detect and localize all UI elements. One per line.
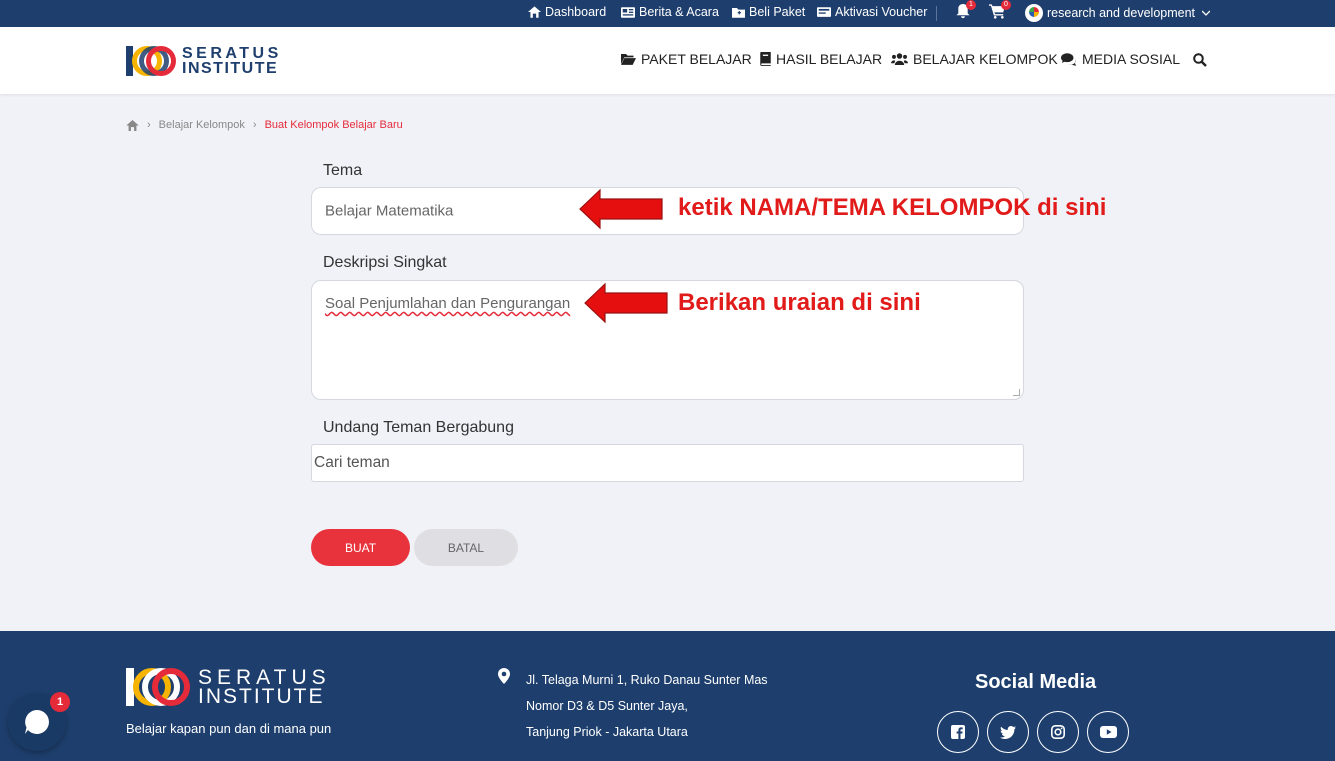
users-icon <box>891 53 908 65</box>
site-logo[interactable]: SERATUS INSTITUTE <box>126 45 282 77</box>
breadcrumb-belajar-kelompok[interactable]: Belajar Kelompok <box>159 119 245 131</box>
folder-open-icon <box>621 54 636 65</box>
social-media-title: Social Media <box>975 671 1097 693</box>
youtube-button[interactable] <box>1087 711 1129 753</box>
deskripsi-annotation: Berikan uraian di sini <box>678 289 921 316</box>
nav-belajar-kelompok[interactable]: BELAJAR KELOMPOK <box>891 51 1058 67</box>
breadcrumb-separator: › <box>252 119 257 131</box>
deskripsi-label: Deskripsi Singkat <box>323 254 447 271</box>
beli-paket-link[interactable]: Beli Paket <box>732 5 805 19</box>
search-icon <box>1193 53 1207 67</box>
aktivasi-voucher-link[interactable]: Aktivasi Voucher <box>817 5 927 19</box>
breadcrumb-separator: › <box>147 119 151 131</box>
address-line-3: Tanjung Priok - Jakarta Utara <box>526 725 688 739</box>
chat-bubble-icon <box>25 710 49 734</box>
twitter-icon <box>1000 725 1016 739</box>
breadcrumb: › Belajar Kelompok › Buat Kelompok Belaj… <box>126 119 403 131</box>
twitter-button[interactable] <box>987 711 1029 753</box>
resize-handle[interactable] <box>1013 389 1020 396</box>
arrow-left-icon <box>584 282 668 324</box>
cart-wrapper: 0 <box>989 0 1011 22</box>
facebook-button[interactable] <box>937 711 979 753</box>
instagram-icon <box>1051 725 1065 739</box>
berita-link[interactable]: Berita & Acara <box>621 5 719 19</box>
arrow-left-icon <box>579 188 663 230</box>
undang-teman-label: Undang Teman Bergabung <box>323 419 514 436</box>
logo-mark <box>126 45 178 77</box>
nav-hasil-belajar[interactable]: HASIL BELAJAR <box>760 51 882 67</box>
tema-annotation: ketik NAMA/TEMA KELOMPOK di sini <box>678 194 1107 221</box>
chevron-down-icon <box>1202 10 1211 16</box>
newspaper-icon <box>621 6 635 18</box>
dashboard-link[interactable]: Dashboard <box>528 5 606 19</box>
home-icon[interactable] <box>126 119 139 131</box>
footer-logo-text: SERATUS INSTITUTE <box>198 666 331 708</box>
notification-button[interactable]: 1 <box>956 0 976 22</box>
address-line-1: Jl. Telaga Murni 1, Ruko Danau Sunter Ma… <box>526 673 768 687</box>
cari-teman-input[interactable]: Cari teman <box>311 444 1024 482</box>
top-bar: Dashboard Berita & Acara Beli Paket Akti… <box>0 0 1335 27</box>
logo-text: SERATUS INSTITUTE <box>182 45 282 77</box>
chat-unread-badge: 1 <box>50 692 70 712</box>
address-line-2: Nomor D3 & D5 Sunter Jaya, <box>526 699 688 713</box>
book-icon <box>760 52 771 66</box>
breadcrumb-current: Buat Kelompok Belajar Baru <box>264 119 403 131</box>
search-button[interactable] <box>1193 53 1207 67</box>
tema-label: Tema <box>323 162 363 179</box>
instagram-button[interactable] <box>1037 711 1079 753</box>
map-marker-icon <box>498 668 510 684</box>
cart-button[interactable]: 0 <box>989 0 1011 22</box>
notification-wrapper: 1 <box>956 0 976 22</box>
user-avatar <box>1025 4 1043 22</box>
comments-icon <box>1061 52 1077 66</box>
facebook-icon <box>951 725 965 739</box>
buat-button[interactable]: BUAT <box>311 529 410 566</box>
footer: SERATUS INSTITUTE Belajar kapan pun dan … <box>0 631 1335 761</box>
ticket-icon <box>817 7 831 17</box>
footer-tagline: Belajar kapan pun dan di mana pun <box>126 721 332 736</box>
user-menu[interactable]: research and development <box>1025 4 1211 22</box>
topbar-divider <box>936 6 937 21</box>
youtube-icon <box>1099 726 1117 738</box>
nav-paket-belajar[interactable]: PAKET BELAJAR <box>621 51 752 67</box>
notification-count: 1 <box>966 0 976 10</box>
folder-plus-icon <box>732 7 745 18</box>
batal-button[interactable]: BATAL <box>414 529 518 566</box>
nav-media-sosial[interactable]: MEDIA SOSIAL <box>1061 51 1180 67</box>
main-header: SERATUS INSTITUTE PAKET BELAJAR HASIL BE… <box>0 27 1335 94</box>
footer-logo-mark <box>126 667 192 707</box>
footer-logo[interactable]: SERATUS INSTITUTE <box>126 667 331 707</box>
cart-count: 0 <box>1001 0 1011 10</box>
home-icon <box>528 6 541 18</box>
